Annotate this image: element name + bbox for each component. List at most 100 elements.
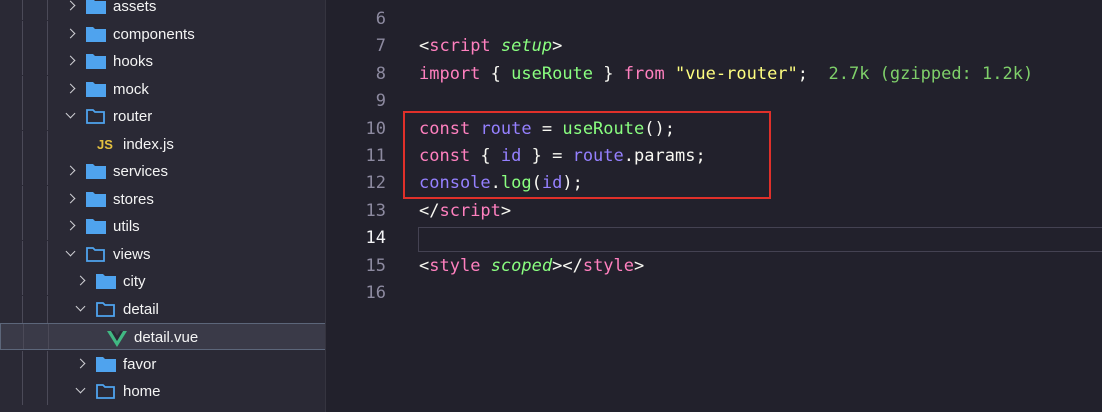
indent-guide — [47, 268, 48, 295]
tree-item-services[interactable]: services — [0, 158, 326, 185]
tree-item-views[interactable]: views — [0, 241, 326, 268]
code-token-punc: > — [552, 36, 563, 57]
tree-item-components[interactable]: components — [0, 21, 326, 48]
code-line-8[interactable]: 8 import { useRoute } from "vue-router"; … — [326, 61, 1102, 88]
code-line-13[interactable]: 13 </script> — [326, 198, 1102, 225]
tree-item-assets[interactable]: assets — [0, 0, 326, 20]
tree-item-label: index.js — [123, 136, 174, 153]
tree-item-label: assets — [113, 0, 157, 15]
chevron-right-icon[interactable] — [65, 193, 76, 204]
indent-guide — [47, 158, 48, 185]
folder-open-icon — [96, 383, 116, 399]
chevron-down-icon[interactable] — [75, 301, 86, 312]
indent-guide — [22, 131, 23, 158]
indent-guide — [22, 103, 23, 130]
code-token-punc: < — [419, 255, 430, 276]
code-line-6[interactable]: 6 — [326, 6, 1102, 33]
tree-item-label: detail — [123, 301, 159, 318]
code-line-16[interactable]: 16 — [326, 280, 1102, 307]
code-text: </script> — [419, 198, 511, 225]
code-token-punc: { — [480, 63, 512, 84]
tree-item-label: hooks — [113, 53, 154, 70]
code-token-punc — [480, 256, 490, 276]
chevron-right-icon[interactable] — [75, 358, 86, 369]
indent-guide — [47, 103, 48, 130]
folder-icon — [96, 356, 116, 372]
code-token-attr: setup — [500, 36, 553, 57]
indent-guide — [47, 21, 48, 48]
tree-item-label: mock — [113, 81, 149, 98]
code-line-7[interactable]: 7 <script setup> — [326, 33, 1102, 60]
line-number: 7 — [375, 36, 386, 57]
annotation-highlight-box — [403, 111, 771, 199]
line-number: 13 — [365, 200, 386, 221]
tree-item-label: services — [113, 163, 169, 180]
line-number: 16 — [365, 283, 386, 303]
chevron-right-icon[interactable] — [65, 220, 76, 231]
code-token-str: "vue-router" — [674, 63, 798, 84]
chevron-right-icon[interactable] — [65, 0, 76, 11]
javascript-file-icon: JS — [97, 137, 113, 152]
tree-item-hooks[interactable]: hooks — [0, 48, 326, 75]
indent-guide — [47, 76, 48, 103]
tree-item-city[interactable]: city — [0, 268, 326, 295]
code-text: import { useRoute } from "vue-router"; 2… — [419, 61, 1033, 88]
tree-item-label: city — [123, 273, 146, 290]
indent-guide — [47, 0, 48, 20]
code-text: <script setup> — [419, 33, 562, 60]
line-number: 14 — [365, 228, 386, 249]
tree-item-mock[interactable]: mock — [0, 76, 326, 103]
line-number: 8 — [375, 63, 386, 84]
indent-guide — [22, 296, 23, 323]
code-token-kw: style — [582, 255, 635, 276]
indent-guide — [22, 76, 23, 103]
code-token-punc: > — [500, 200, 512, 221]
line-number: 11 — [365, 146, 386, 166]
tree-item-detail-vue[interactable]: detail.vue — [0, 323, 326, 350]
line-number: 12 — [365, 173, 386, 194]
indent-guide — [47, 378, 48, 405]
indent-guide — [47, 186, 48, 213]
code-token-punc — [491, 36, 501, 56]
folder-icon — [86, 81, 106, 97]
tree-item-router[interactable]: router — [0, 103, 326, 130]
tree-item-label: detail.vue — [134, 329, 199, 346]
tree-item-detail[interactable]: detail — [0, 296, 326, 323]
indent-guide — [47, 351, 48, 378]
indent-guide — [47, 241, 48, 268]
tree-item-label: stores — [113, 191, 154, 208]
tree-item-index-js[interactable]: JS index.js — [0, 131, 326, 158]
chevron-right-icon[interactable] — [65, 165, 76, 176]
code-token-punc: < — [419, 36, 430, 57]
tree-item-favor[interactable]: favor — [0, 351, 326, 378]
tree-item-label: home — [123, 383, 161, 400]
folder-icon — [86, 163, 106, 179]
code-token-kw: style — [429, 255, 481, 276]
folder-icon — [86, 0, 106, 14]
line-number: 15 — [365, 255, 386, 276]
folder-icon — [96, 273, 116, 289]
tree-item-home[interactable]: home — [0, 378, 326, 405]
tree-item-stores[interactable]: stores — [0, 186, 326, 213]
code-editor[interactable]: 6 7 <script setup> 8 import { useRoute } fro… — [326, 0, 1102, 412]
code-line-14[interactable]: 14 — [326, 225, 1102, 252]
code-text: <style scoped></style> — [419, 253, 644, 280]
chevron-right-icon[interactable] — [65, 83, 76, 94]
line-number: 6 — [375, 9, 386, 29]
chevron-down-icon[interactable] — [65, 246, 76, 257]
indent-guide — [47, 296, 48, 323]
tree-item-utils[interactable]: utils — [0, 213, 326, 240]
code-token-punc: ></ — [552, 255, 583, 276]
tree-item-label: utils — [113, 218, 140, 235]
chevron-right-icon[interactable] — [75, 275, 86, 286]
chevron-right-icon[interactable] — [65, 28, 76, 39]
chevron-right-icon[interactable] — [65, 55, 76, 66]
indent-guide — [47, 213, 48, 240]
indent-guide — [23, 324, 24, 349]
folder-icon — [86, 26, 106, 42]
chevron-down-icon[interactable] — [65, 108, 76, 119]
tree-item-label: views — [113, 246, 151, 263]
code-token-punc: ; — [797, 63, 829, 84]
chevron-down-icon[interactable] — [75, 383, 86, 394]
code-line-15[interactable]: 15 <style scoped></style> — [326, 253, 1102, 280]
